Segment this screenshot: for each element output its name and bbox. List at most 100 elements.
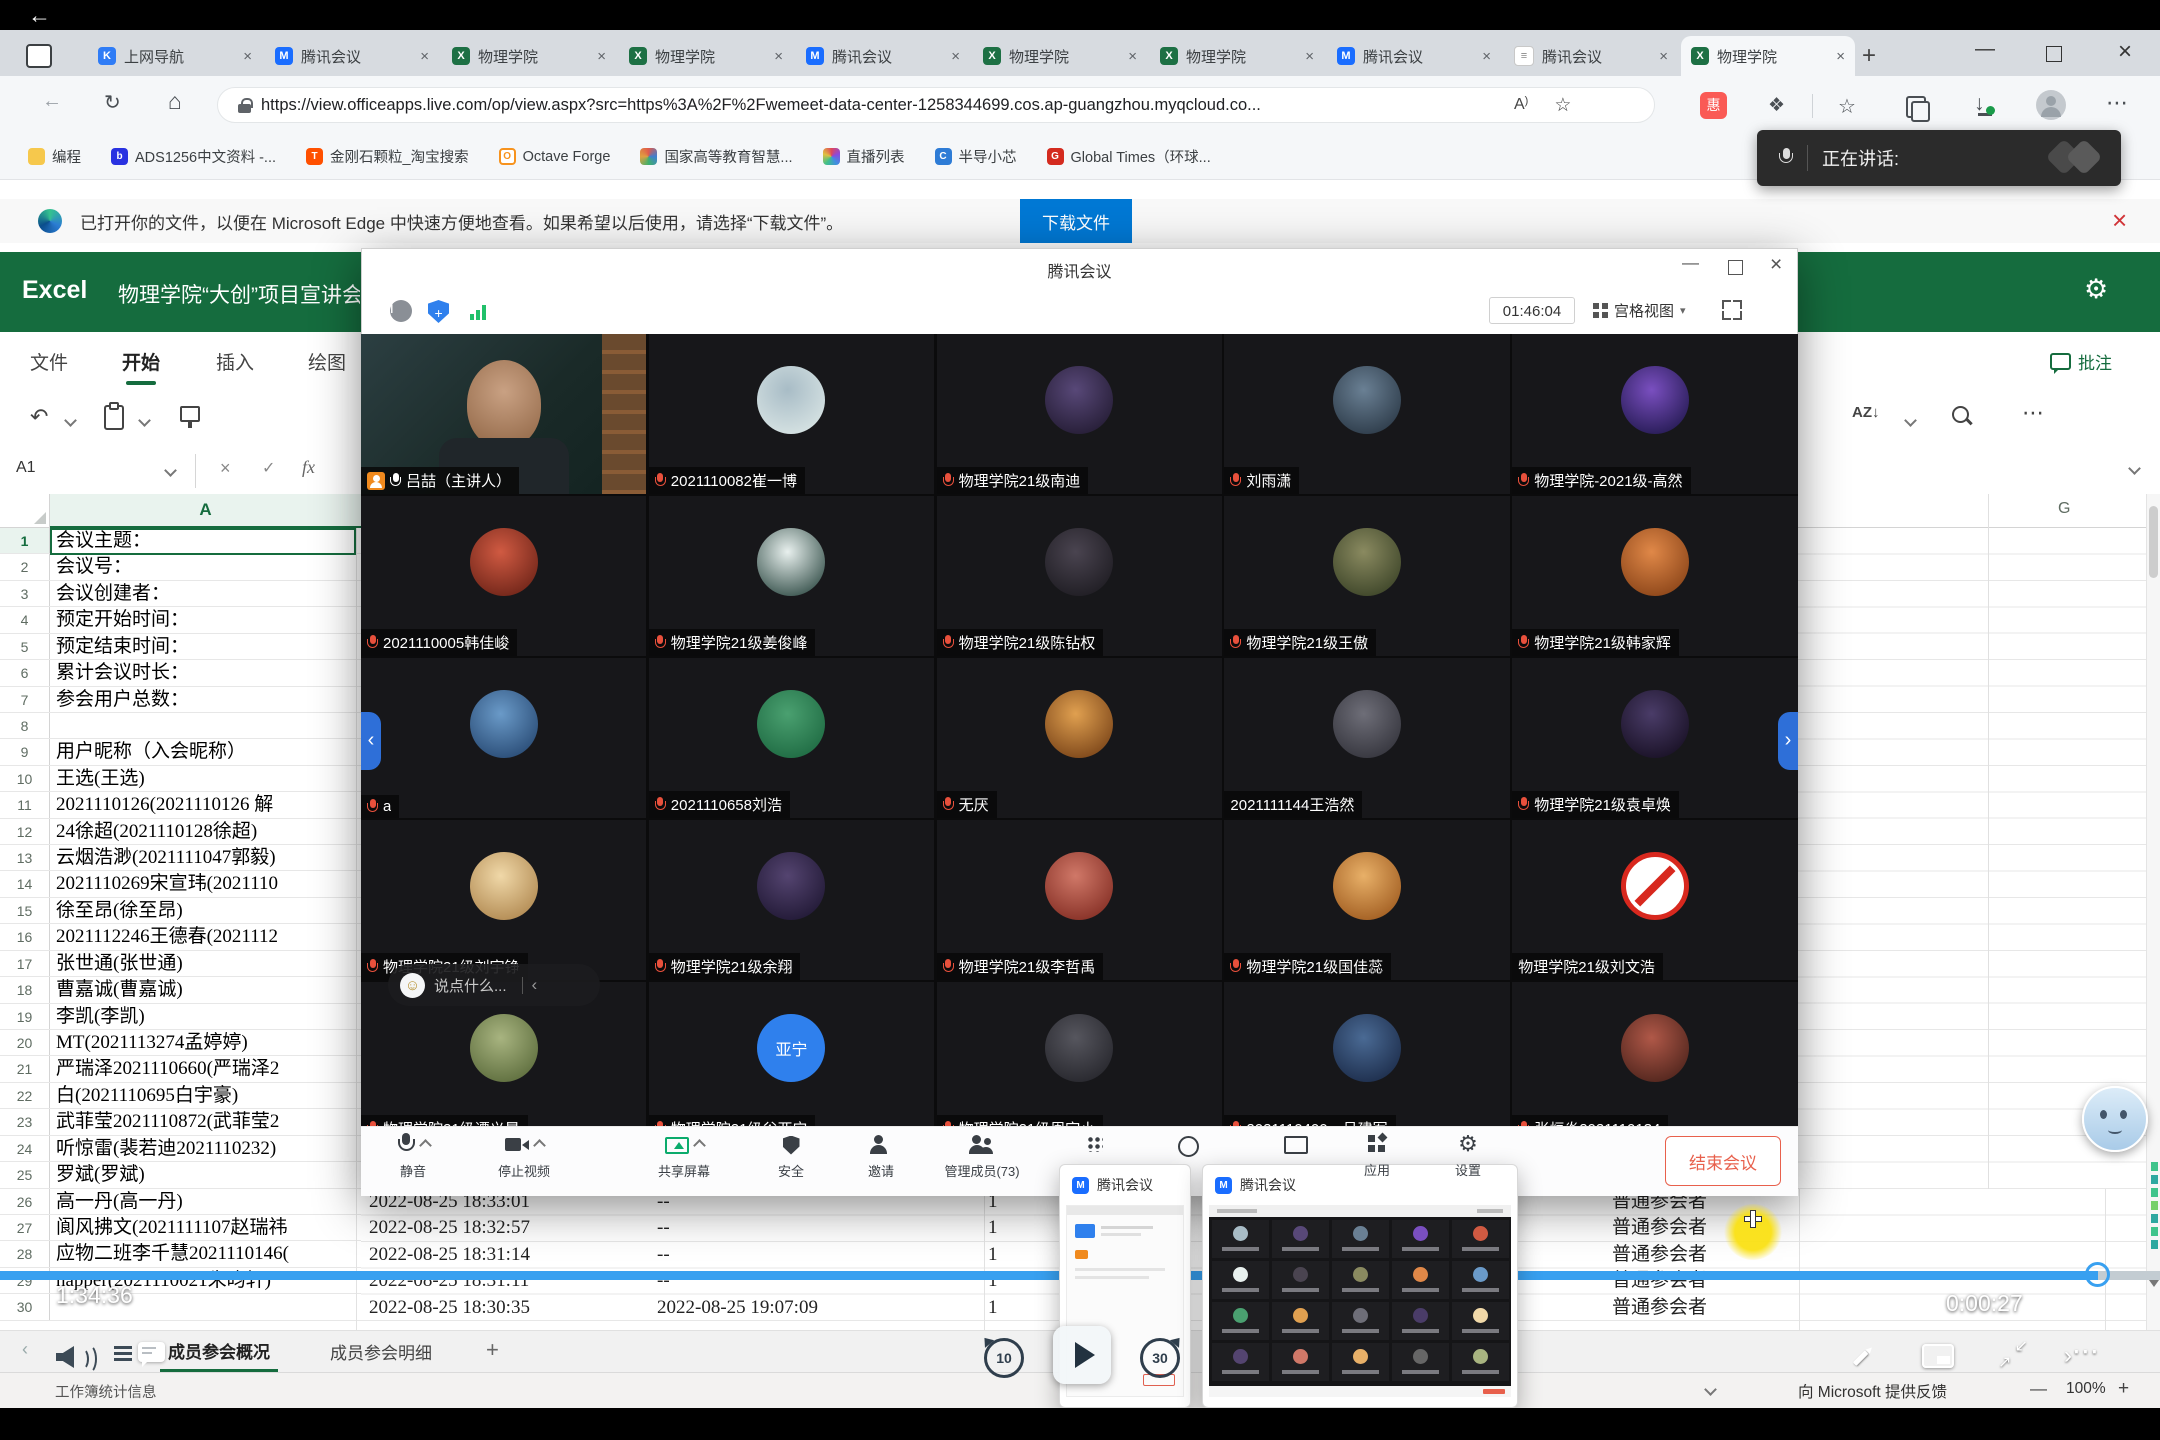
window-close-button[interactable]: × [2118,38,2132,66]
bookmark-item[interactable]: bADS1256中文资料 -... [111,146,276,167]
cell-join-time[interactable]: 2022-08-25 18:30:35 [369,1295,530,1321]
tab-close-icon[interactable]: × [1128,48,1137,65]
zoom-out-button[interactable]: — [2030,1379,2047,1399]
browser-tab[interactable]: K上网导航× [88,36,262,76]
toolbar-item-settings[interactable]: ⚙设置 [1416,1131,1520,1179]
row-number[interactable]: 15 [0,898,50,923]
meeting-titlebar[interactable]: 腾讯会议 — × [362,249,1797,287]
play-button[interactable] [1053,1326,1111,1384]
cell-count[interactable]: 1 [988,1295,998,1321]
tab-close-icon[interactable]: × [420,48,429,65]
participant-tile[interactable]: 物理学院21级余翔 [649,820,934,980]
participant-tile[interactable]: 物理学院21级袁卓焕 [1512,658,1797,818]
row-number[interactable]: 27 [0,1215,50,1240]
row-number[interactable]: 11 [0,792,50,817]
undo-icon[interactable]: ↶ [30,404,48,430]
formula-expand-caret-icon[interactable] [2128,462,2141,475]
tab-actions-icon[interactable] [26,44,52,68]
browser-tab[interactable]: ≡腾讯会议× [1504,36,1678,76]
caret-up-icon[interactable] [533,1139,546,1152]
cell-a27[interactable]: 阆风拂文(2021111107赵瑞祎 [50,1215,361,1240]
excel-settings-gear-icon[interactable]: ⚙ [2084,274,2108,305]
cell-a26[interactable]: 高一丹(高一丹) [50,1189,361,1214]
cell-leave-time[interactable]: -- [657,1215,670,1241]
progress-knob[interactable] [2085,1262,2110,1287]
sheet-nav-left-icon[interactable]: ‹ [22,1339,28,1360]
feedback-link[interactable]: 向 Microsoft 提供反馈 [1798,1380,1947,1402]
bookmark-item[interactable]: GGlobal Times（环球... [1047,146,1211,167]
row-number[interactable]: 16 [0,924,50,949]
toolbar-item-shield[interactable]: 安全 [739,1132,843,1180]
row-number[interactable]: 10 [0,766,50,791]
sort-caret-icon[interactable] [1904,414,1917,427]
more-commands-icon[interactable]: ⋯ [2022,400,2044,426]
row-number[interactable]: 14 [0,871,50,896]
participant-tile[interactable]: 2021110400—吕建军 [1224,982,1509,1134]
bookmark-item[interactable]: T金刚石颗粒_淘宝搜索 [306,146,469,167]
participant-tile[interactable]: 亚宁物理学院21级谷亚宁 [649,982,934,1134]
tab-close-icon[interactable]: × [597,48,606,65]
tab-close-icon[interactable]: × [243,48,252,65]
comments-button[interactable]: 批注 [2050,342,2112,380]
cell-a23[interactable]: 武菲莹2021110872(武菲莹2 [50,1109,361,1134]
zoom-level[interactable]: 100% [2066,1380,2106,1398]
format-painter-icon[interactable] [180,406,200,422]
search-icon[interactable] [1952,406,1969,423]
ribbon-tab-插入[interactable]: 插入 [216,332,254,390]
sheet-tab-2[interactable]: 成员参会明细 [322,1331,440,1372]
row-number[interactable]: 9 [0,739,50,764]
browser-tab[interactable]: X物理学院× [1150,36,1324,76]
window-minimize-button[interactable]: — [1975,38,1995,61]
notification-close-icon[interactable]: × [2112,205,2127,236]
toolbar-item-camera[interactable]: 停止视频 [472,1132,576,1180]
row-number[interactable]: 1 [0,528,50,553]
cell-join-time[interactable]: 2022-08-25 18:32:57 [369,1215,530,1241]
cell-a2[interactable]: 会议号： [50,554,361,579]
favorite-star-icon[interactable]: ☆ [1554,94,1571,117]
cell-count[interactable]: 1 [988,1215,998,1241]
undo-caret-icon[interactable] [64,414,77,427]
cell-role[interactable]: 普通参会者 [1612,1295,1707,1321]
browser-tab[interactable]: X物理学院× [619,36,793,76]
cell-a12[interactable]: 24徐超(2021110128徐超) [50,819,361,844]
toolbar-item-members[interactable]: 管理成员(73) [930,1132,1034,1180]
row-number[interactable]: 18 [0,977,50,1002]
workbook-stats-label[interactable]: 工作簿统计信息 [55,1381,157,1402]
emoji-icon[interactable]: ☺ [400,973,425,998]
row-number[interactable]: 2 [0,554,50,579]
cell-join-time[interactable]: 2022-08-25 18:31:14 [369,1242,530,1268]
participant-tile[interactable]: 物理学院21级李哲禹 [937,820,1222,980]
preview-thumbnail-grid[interactable] [1209,1205,1511,1397]
toolbar-more-icon[interactable] [1087,1136,1103,1152]
participant-tile[interactable]: 2021110658刘浩 [649,658,934,818]
participant-tile[interactable]: 物理学院21级刘宇铮 [361,820,646,980]
toolbar-item-share[interactable]: 共享屏幕 [632,1132,736,1180]
cell-a14[interactable]: 2021110269宋宣玮(2021110 [50,871,361,896]
cell-a8[interactable] [50,713,361,738]
home-icon[interactable]: ⌂ [168,88,182,115]
participant-tile[interactable]: 吕喆（主讲人） [361,334,646,494]
cell-a11[interactable]: 2021110126(2021110126 解 [50,792,361,817]
ribbon-tab-绘图[interactable]: 绘图 [308,332,346,390]
taskbar-preview-2[interactable]: M腾讯会议 [1202,1164,1518,1408]
bookmark-item[interactable]: OOctave Forge [499,148,611,165]
cell-a19[interactable]: 李凯(李凯) [50,1004,361,1029]
participant-tile[interactable]: 物理学院21级姜俊峰 [649,496,934,656]
cell-a4[interactable]: 预定开始时间： [50,607,361,632]
browser-tab[interactable]: M腾讯会议× [796,36,970,76]
collections-icon[interactable] [1906,96,1926,118]
participant-tile[interactable]: 张烜炎2021110134 [1512,982,1797,1134]
browser-tab[interactable]: X物理学院× [973,36,1147,76]
excel-corner-cell[interactable] [0,494,50,528]
chapters-menu-icon[interactable] [114,1346,132,1362]
caret-up-icon[interactable] [419,1139,432,1152]
participant-tile[interactable]: a [361,658,646,818]
participant-tile[interactable]: 物理学院21级南迪 [937,334,1222,494]
row-number[interactable]: 22 [0,1083,50,1108]
player-back-button[interactable]: ← [28,2,51,29]
row-number[interactable]: 5 [0,634,50,659]
tab-close-icon[interactable]: × [1659,48,1668,65]
cell-a24[interactable]: 听惊雷(裴若迪2021110232) [50,1136,361,1161]
row-number[interactable]: 19 [0,1004,50,1029]
toolbar-more-icon[interactable] [1178,1136,1199,1157]
